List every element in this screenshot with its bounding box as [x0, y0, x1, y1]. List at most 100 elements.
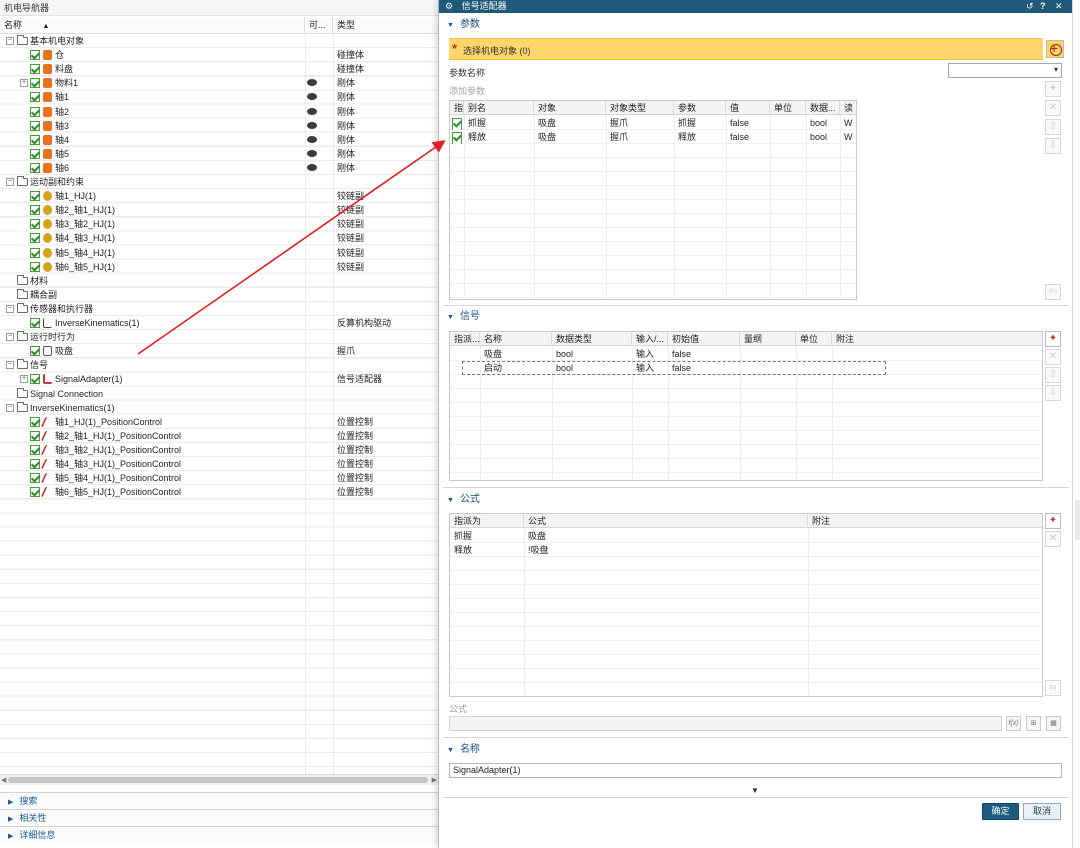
table-row[interactable]: 抓握 吸盘 握爪 抓握 false bool W: [450, 116, 856, 130]
eye-icon[interactable]: [307, 79, 317, 87]
visibility-checkbox[interactable]: [30, 247, 40, 258]
delete-param-icon[interactable]: ✕: [1045, 100, 1061, 116]
eye-icon[interactable]: [307, 93, 317, 101]
visibility-checkbox[interactable]: [30, 459, 40, 469]
table-row[interactable]: 启动 bool 输入 false: [462, 361, 886, 375]
table-row[interactable]: 抓握 吸盘: [450, 529, 1042, 543]
visibility-checkbox[interactable]: [30, 219, 40, 230]
visibility-checkbox[interactable]: [30, 148, 40, 159]
navigator-horizontal-scrollbar[interactable]: ◀ ▶: [0, 774, 438, 785]
group-parameters-header[interactable]: ▼ 参数: [439, 17, 1073, 33]
visibility-checkbox[interactable]: [30, 444, 40, 455]
tree-row[interactable]: 轴5 刚体: [0, 147, 438, 161]
reset-icon[interactable]: ↺: [1026, 0, 1034, 13]
param-name-dropdown[interactable]: [948, 63, 1062, 78]
column-header[interactable]: 名称: [480, 332, 552, 346]
tree-row[interactable]: 轴5_轴4_HJ(1)_PositionControl 位置控制: [0, 471, 438, 485]
visibility-checkbox[interactable]: [30, 64, 40, 75]
section-dependencies[interactable]: ▶ 相关性: [0, 809, 438, 826]
tree-row[interactable]: 仓 碰撞体: [0, 48, 438, 62]
navigator-tree[interactable]: − 基本机电对象仓碰撞体 料盘 碰撞体 + 物料1 刚体 轴1 刚体 轴2 刚体 轴3 刚体 轴4 刚体 轴5…: [0, 34, 438, 774]
tree-row[interactable]: − 信号: [0, 358, 438, 372]
column-header[interactable]: 数据...: [806, 101, 840, 115]
tree-row[interactable]: InverseKinematics(1) 反算机构驱动: [0, 316, 438, 330]
link-icon[interactable]: ∞: [1045, 680, 1061, 696]
column-header[interactable]: 初始值: [668, 332, 740, 346]
name-input[interactable]: SignalAdapter(1): [449, 763, 1062, 778]
delete-formula-icon[interactable]: ✕: [1045, 531, 1061, 547]
visibility-checkbox[interactable]: [30, 430, 40, 441]
eye-icon[interactable]: [307, 163, 317, 171]
eye-icon[interactable]: [307, 121, 317, 129]
select-object-crosshair-icon[interactable]: [1046, 40, 1064, 58]
column-header-type[interactable]: 类型: [333, 17, 438, 34]
scroll-left-icon[interactable]: ◀: [1, 776, 6, 784]
tree-row[interactable]: Signal Connection: [0, 387, 438, 401]
tree-row[interactable]: 轴3 刚体: [0, 119, 438, 133]
select-object-row[interactable]: * 选择机电对象 (0): [449, 38, 1043, 60]
visibility-checkbox[interactable]: [30, 205, 40, 216]
table-row[interactable]: 释放 !吸盘: [450, 543, 1042, 557]
visibility-checkbox[interactable]: [30, 346, 40, 357]
collapse-icon[interactable]: −: [6, 403, 14, 412]
column-header[interactable]: 量纲: [740, 332, 796, 346]
visibility-checkbox[interactable]: [30, 487, 40, 498]
row-checkbox[interactable]: [452, 132, 462, 144]
collapse-icon[interactable]: −: [6, 333, 14, 342]
group-formulas-header[interactable]: ▼ 公式: [439, 492, 1073, 508]
tree-row[interactable]: 轴3_轴2_HJ(1)_PositionControl 位置控制: [0, 443, 438, 457]
close-icon[interactable]: ✕: [1055, 0, 1063, 13]
tree-row[interactable]: − InverseKinematics(1): [0, 401, 438, 415]
tree-row[interactable]: 轴2 刚体: [0, 105, 438, 119]
cancel-button[interactable]: 取消: [1023, 803, 1061, 820]
tree-row[interactable]: 轴5_轴4_HJ(1) 铰链副: [0, 246, 438, 260]
fx-button[interactable]: f(x): [1006, 716, 1021, 731]
scrollbar-thumb[interactable]: [8, 777, 428, 783]
parameters-table[interactable]: 指别名 对象 对象类型 参数值单位 数据... 读抓握 吸盘 握爪 抓握 false bool W 释放…: [449, 100, 857, 300]
tree-row[interactable]: 轴2_轴1_HJ(1)_PositionControl 位置控制: [0, 429, 438, 443]
tree-row[interactable]: 轴4_轴3_HJ(1) 铰链副: [0, 231, 438, 245]
column-header[interactable]: 单位: [796, 332, 832, 346]
visibility-checkbox[interactable]: [30, 92, 40, 103]
collapse-icon[interactable]: −: [6, 304, 14, 313]
tree-row[interactable]: 轴1_HJ(1)_PositionControl 位置控制: [0, 415, 438, 429]
tree-row[interactable]: 轴4_轴3_HJ(1)_PositionControl 位置控制: [0, 457, 438, 471]
table-row[interactable]: 吸盘 bool 输入 false: [450, 347, 1042, 361]
visibility-checkbox[interactable]: [30, 106, 40, 117]
visibility-checkbox[interactable]: [30, 120, 40, 131]
eye-icon[interactable]: [307, 107, 317, 115]
move-up-signal-icon[interactable]: ⇧: [1045, 367, 1061, 383]
column-header[interactable]: 附注: [808, 514, 1042, 528]
formula-input[interactable]: [449, 716, 1002, 731]
column-header[interactable]: 指: [450, 101, 464, 115]
visibility-checkbox[interactable]: [30, 261, 40, 272]
column-header[interactable]: 值: [726, 101, 770, 115]
delete-signal-icon[interactable]: ✕: [1045, 349, 1061, 365]
dialog-title-bar[interactable]: ⚙ 信号适配器 ↺ ? ✕: [439, 0, 1072, 13]
help-icon[interactable]: ?: [1040, 0, 1046, 13]
tree-row[interactable]: 材料: [0, 274, 438, 288]
row-checkbox[interactable]: [452, 118, 462, 130]
ok-button[interactable]: 确定: [982, 803, 1019, 820]
visibility-checkbox[interactable]: [30, 134, 40, 145]
column-header[interactable]: 对象: [534, 101, 606, 115]
tree-row[interactable]: 轴6 刚体: [0, 161, 438, 175]
column-header[interactable]: 附注: [832, 332, 1042, 346]
column-header[interactable]: 公式: [524, 514, 808, 528]
formulas-table[interactable]: 指派为 公式 附注 抓握 吸盘 释放 !吸盘: [449, 513, 1043, 697]
tree-row[interactable]: 吸盘 握爪: [0, 344, 438, 358]
move-down-signal-icon[interactable]: ⇩: [1045, 385, 1061, 401]
collapse-icon[interactable]: −: [6, 178, 14, 186]
tree-row[interactable]: − 运动副和约束: [0, 175, 438, 189]
tree-row[interactable]: 耦合副: [0, 288, 438, 302]
add-formula-icon[interactable]: ✦: [1045, 513, 1061, 529]
group-signals-header[interactable]: ▼ 信号: [439, 309, 1073, 325]
tree-row[interactable]: + SignalAdapter(1) 信号适配器: [0, 372, 438, 386]
column-header[interactable]: 输入/...: [632, 332, 668, 346]
tree-row[interactable]: 轴2_轴1_HJ(1) 铰链副: [0, 203, 438, 217]
tree-row[interactable]: − 基本机电对象: [0, 34, 438, 48]
visibility-checkbox[interactable]: [30, 78, 40, 89]
tree-row[interactable]: 料盘 碰撞体: [0, 62, 438, 76]
param-action-icon[interactable]: ⇦: [1045, 284, 1061, 300]
move-up-param-icon[interactable]: ⇧: [1045, 119, 1061, 135]
